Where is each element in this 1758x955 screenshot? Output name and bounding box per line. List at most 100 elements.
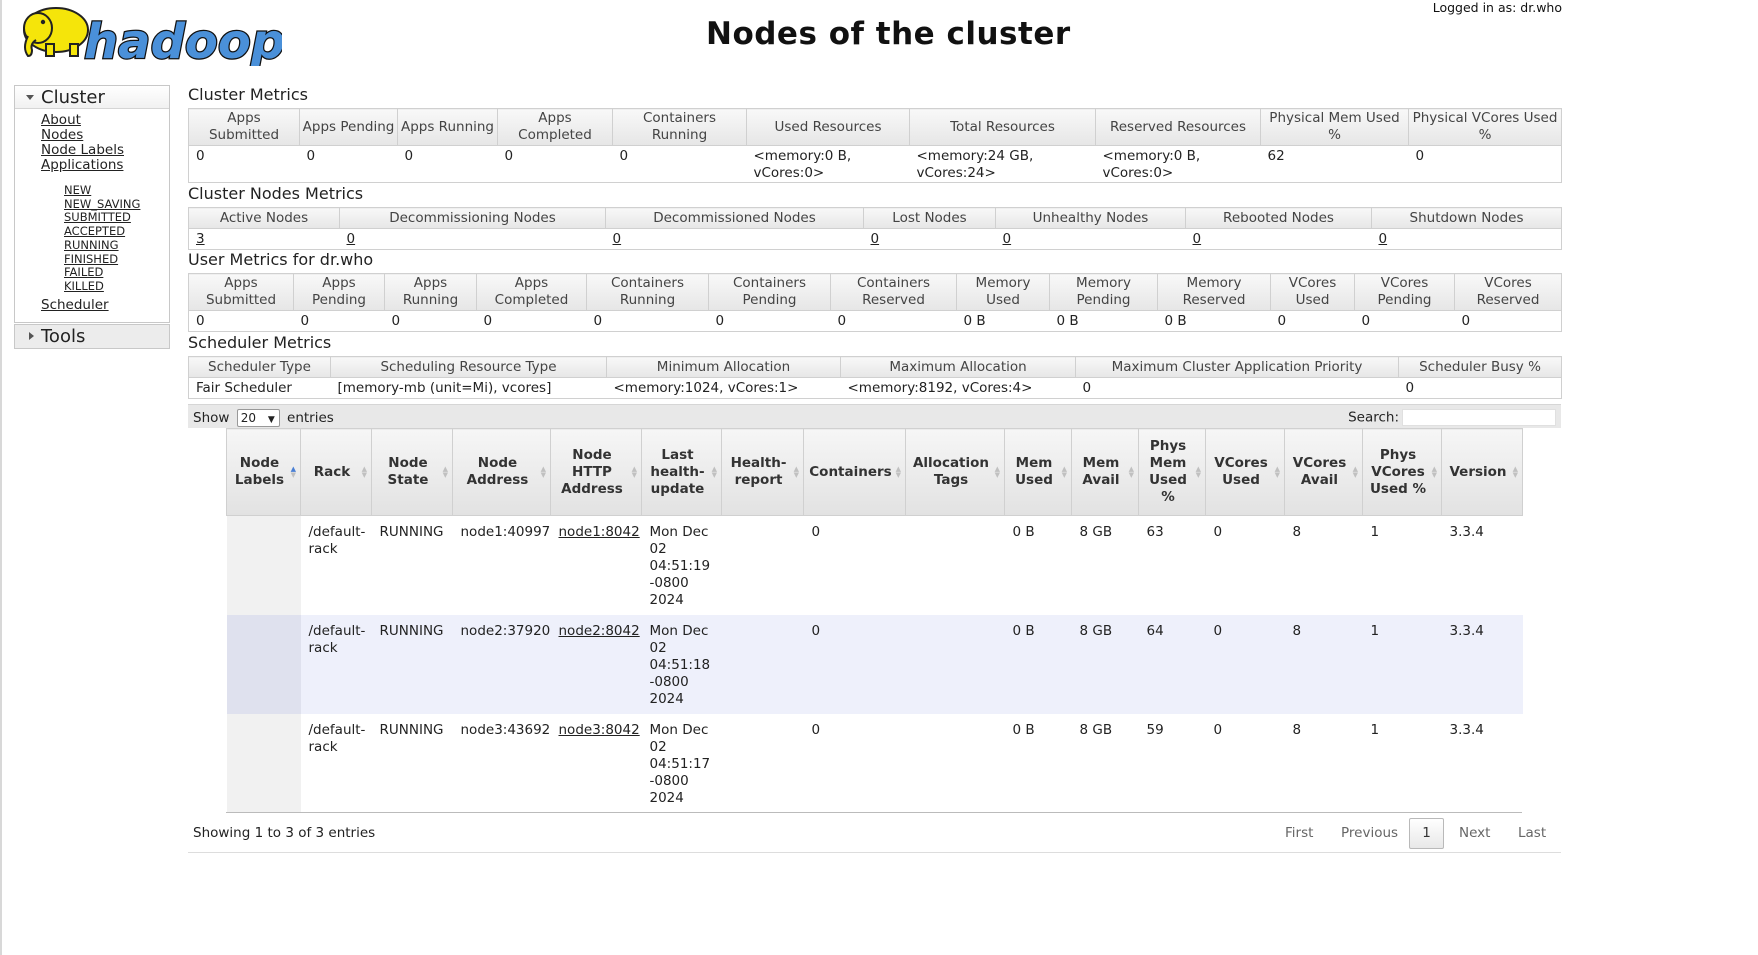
nav-link-app-failed[interactable]: FAILED [64, 266, 140, 280]
nm-active-nodes-link[interactable]: 3 [196, 231, 205, 247]
nav-link-app-running[interactable]: RUNNING [64, 238, 140, 253]
um-header-apps-pending: Apps Pending [293, 273, 385, 311]
col-header-version[interactable]: Version ▲ ▼ [1441, 428, 1523, 516]
cm-header-physical-vcores-used: Physical VCores Used % [1408, 108, 1562, 146]
um-header-vcores-used: VCores Used [1270, 273, 1355, 311]
table-right-gutter [1522, 428, 1561, 812]
table-row: /default-rack RUNNING node1:40997 node1:… [226, 515, 1523, 615]
nav-link-app-killed[interactable]: KILLED [64, 279, 140, 294]
nm-lost-nodes-link[interactable]: 0 [871, 231, 880, 247]
node-http-link[interactable]: node2:8042 [559, 623, 640, 639]
sort-icon: ▲ ▼ [1128, 465, 1134, 479]
nm-decommissioning-nodes-link[interactable]: 0 [347, 231, 356, 247]
cluster-nav-header[interactable]: Cluster [15, 86, 169, 109]
pagination-last[interactable]: Last [1518, 825, 1546, 841]
nav-link-applications[interactable]: Applications [41, 158, 140, 173]
cell-last-health-update: Mon Dec 02 04:51:17 -0800 2024 [641, 714, 722, 813]
cm-used-resources: <memory:0 B, vCores:0> [746, 145, 910, 183]
sm-maximum-allocation: <memory:8192, vCores:4> [840, 377, 1076, 399]
cell-node-http-address: node1:8042 [550, 515, 642, 615]
nodes-table: Node Labels ▲ ▼ Rack ▲ ▼ Node State ▲ ▼ Node A… [226, 428, 1523, 813]
table-row: /default-rack RUNNING node3:43692 node3:… [226, 714, 1523, 813]
nm-unhealthy-nodes-link[interactable]: 0 [1003, 231, 1012, 247]
nm-header-shutdown-nodes: Shutdown Nodes [1371, 207, 1562, 229]
col-header-vcores-avail[interactable]: VCores Avail ▲ ▼ [1284, 428, 1363, 516]
sort-icon: ▲ ▼ [1195, 465, 1201, 479]
sort-icon: ▲ ▼ [1431, 465, 1437, 479]
nm-rebooted-nodes-link[interactable]: 0 [1193, 231, 1202, 247]
col-header-mem-avail[interactable]: Mem Avail ▲ ▼ [1071, 428, 1139, 516]
um-header-apps-completed: Apps Completed [476, 273, 587, 311]
cluster-metrics-title: Cluster Metrics [188, 85, 308, 104]
nav-link-app-submitted[interactable]: SUBMITTED [64, 211, 140, 225]
cell-node-address: node2:37920 [452, 615, 551, 714]
search-input[interactable] [1402, 409, 1556, 426]
tools-nav-header[interactable]: Tools [15, 325, 169, 347]
cell-vcores-avail: 8 [1284, 515, 1363, 615]
pagination-current-page[interactable]: 1 [1409, 818, 1444, 849]
show-label: Show [193, 410, 230, 426]
col-header-node-labels[interactable]: Node Labels ▲ ▼ [226, 428, 301, 516]
col-header-node-address[interactable]: Node Address ▲ ▼ [452, 428, 551, 516]
col-header-last-health-update[interactable]: Last health-update ▲ ▼ [641, 428, 722, 516]
sm-header-maximum-allocation: Maximum Allocation [840, 356, 1076, 378]
col-header-phys-vcores-used[interactable]: Phys VCores Used % ▲ ▼ [1362, 428, 1442, 516]
cell-phys-vcores-used: 1 [1362, 714, 1442, 813]
cm-header-reserved-resources: Reserved Resources [1095, 108, 1261, 146]
page-size-select[interactable]: 20 ▼ [236, 409, 280, 427]
cm-apps-submitted: 0 [188, 145, 300, 183]
col-header-phys-mem-used[interactable]: Phys Mem Used % ▲ ▼ [1138, 428, 1206, 516]
tools-nav-label: Tools [41, 326, 86, 347]
hadoop-logo[interactable]: hadoop [16, 0, 286, 71]
col-header-allocation-tags[interactable]: Allocation Tags ▲ ▼ [905, 428, 1005, 516]
table-row: /default-rack RUNNING node2:37920 node2:… [226, 615, 1523, 714]
nav-link-node-labels[interactable]: Node Labels [41, 143, 140, 158]
um-header-memory-pending: Memory Pending [1049, 273, 1158, 311]
col-header-health-report[interactable]: Health-report ▲ ▼ [721, 428, 804, 516]
cell-mem-avail: 8 GB [1071, 515, 1139, 615]
nav-link-scheduler[interactable]: Scheduler [41, 297, 109, 313]
nav-link-app-finished[interactable]: FINISHED [64, 252, 140, 267]
elephant-icon [23, 7, 89, 58]
sort-icon: ▲ ▼ [1274, 465, 1280, 479]
nav-link-app-new-saving[interactable]: NEW_SAVING [64, 197, 140, 212]
node-http-link[interactable]: node1:8042 [559, 524, 640, 540]
page-size-value: 20 [240, 411, 257, 425]
nm-decommissioned-nodes-link[interactable]: 0 [613, 231, 622, 247]
cell-mem-avail: 8 GB [1071, 615, 1139, 714]
um-apps-pending: 0 [293, 310, 385, 332]
nav-link-about[interactable]: About [41, 113, 140, 128]
nav-link-app-accepted[interactable]: ACCEPTED [64, 224, 140, 239]
pagination-first[interactable]: First [1285, 825, 1313, 841]
nav-link-app-new[interactable]: NEW [64, 183, 140, 198]
cm-apps-pending: 0 [299, 145, 398, 183]
nav-link-nodes[interactable]: Nodes [41, 128, 140, 143]
cell-vcores-used: 0 [1205, 615, 1285, 714]
node-http-link[interactable]: node3:8042 [559, 722, 640, 738]
col-header-node-http-address[interactable]: Node HTTP Address ▲ ▼ [550, 428, 642, 516]
sort-icon: ▲ ▼ [540, 465, 546, 479]
cell-health-report [721, 714, 804, 813]
sm-header-scheduling-resource-type: Scheduling Resource Type [330, 356, 607, 378]
cell-allocation-tags [905, 615, 1005, 714]
nm-shutdown-nodes-link[interactable]: 0 [1379, 231, 1388, 247]
nm-header-decommissioned-nodes: Decommissioned Nodes [605, 207, 864, 229]
nm-header-decommissioning-nodes: Decommissioning Nodes [339, 207, 606, 229]
col-header-containers[interactable]: Containers ▲ ▼ [803, 428, 906, 516]
um-vcores-used: 0 [1270, 310, 1355, 332]
pagination-previous[interactable]: Previous [1341, 825, 1398, 841]
um-header-apps-submitted: Apps Submitted [188, 273, 294, 311]
um-header-vcores-pending: VCores Pending [1354, 273, 1455, 311]
col-header-mem-used[interactable]: Mem Used ▲ ▼ [1004, 428, 1072, 516]
cell-vcores-avail: 8 [1284, 615, 1363, 714]
col-header-rack[interactable]: Rack ▲ ▼ [300, 428, 372, 516]
tools-nav-panel[interactable]: Tools [14, 324, 170, 349]
sort-icon: ▲ ▼ [994, 465, 1000, 479]
cm-header-apps-pending: Apps Pending [299, 108, 398, 146]
um-vcores-reserved: 0 [1454, 310, 1562, 332]
col-header-node-state[interactable]: Node State ▲ ▼ [371, 428, 453, 516]
col-header-vcores-used[interactable]: VCores Used ▲ ▼ [1205, 428, 1285, 516]
sort-asc-icon: ▲ ▼ [290, 465, 296, 479]
pagination-next[interactable]: Next [1459, 825, 1490, 841]
cell-mem-used: 0 B [1004, 515, 1072, 615]
